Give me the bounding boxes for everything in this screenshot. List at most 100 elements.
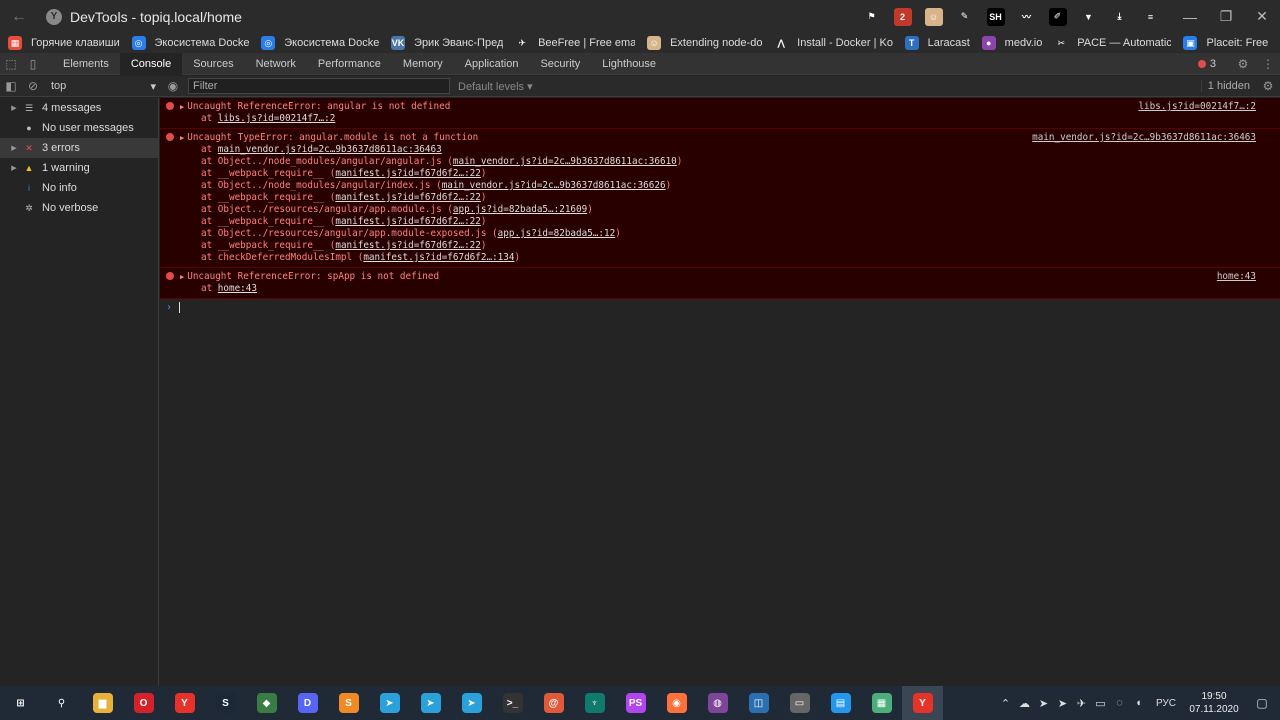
stack-frame-link[interactable]: home:43: [218, 283, 257, 294]
tray-icon[interactable]: ➤: [1053, 697, 1072, 710]
close-button[interactable]: ✕: [1244, 8, 1280, 25]
stack-frame-link[interactable]: main_vendor.js?id=2c…9b3637d8611ac:36610: [453, 156, 677, 167]
tray-icon[interactable]: ◖: [1129, 697, 1148, 710]
bookmark-item[interactable]: T Laracast: [904, 36, 970, 50]
clear-console-icon[interactable]: ⊘: [22, 79, 44, 93]
tab-console[interactable]: Console: [119, 52, 183, 75]
bookmark-item[interactable]: ◎ Экосистема Docke: [261, 36, 379, 50]
bookmark-item[interactable]: ⋀ Install - Docker | Ko: [774, 36, 892, 50]
vscode-button[interactable]: ◫: [738, 686, 779, 720]
stack-frame-link[interactable]: libs.js?id=00214f7…:2: [218, 113, 336, 124]
tray-icon[interactable]: ◌: [1110, 697, 1129, 710]
ext-feather-icon[interactable]: ✎: [951, 7, 978, 27]
tor-button[interactable]: ◍: [697, 686, 738, 720]
expand-arrow-icon[interactable]: ▶: [8, 164, 20, 172]
stack-frame-link[interactable]: main_vendor.js?id=2c…9b3637d8611ac:36463: [218, 144, 442, 155]
stack-frame-link[interactable]: manifest.js?id=f67d6f2…:22: [335, 216, 481, 227]
settings-gear-icon[interactable]: ⚙: [1230, 57, 1256, 71]
inspect-element-icon[interactable]: ⬚: [0, 57, 22, 71]
language-indicator[interactable]: РУС: [1156, 698, 1176, 709]
tray-icon[interactable]: ⌃: [996, 697, 1015, 710]
error-counter[interactable]: 3: [1197, 58, 1216, 70]
bookmark-item[interactable]: ✂ PACE — Automatic: [1054, 36, 1171, 50]
bookmark-item[interactable]: ▣ Placeit: Free: [1183, 36, 1268, 50]
bookmark-icon[interactable]: ⚑: [858, 7, 885, 27]
firefox-button[interactable]: ◉: [656, 686, 697, 720]
expand-arrow-icon[interactable]: ▶: [8, 104, 20, 112]
stack-frame-link[interactable]: app.js?id=82bada5…:12: [498, 228, 616, 239]
stack-frame-link[interactable]: manifest.js?id=f67d6f2…:134: [363, 252, 514, 263]
ext-pen-icon[interactable]: ✐: [1044, 7, 1071, 27]
more-options-icon[interactable]: ⋮: [1256, 57, 1280, 71]
network-app-button[interactable]: ◆: [246, 686, 287, 720]
stack-frame-link[interactable]: manifest.js?id=f67d6f2…:22: [335, 240, 481, 251]
stack-frame-link[interactable]: manifest.js?id=f67d6f2…:22: [335, 168, 481, 179]
telegram-3-button[interactable]: ➤: [451, 686, 492, 720]
tab-network[interactable]: Network: [245, 53, 307, 75]
error-source-link[interactable]: libs.js?id=00214f7…:2: [1138, 101, 1256, 112]
error-source-link[interactable]: main_vendor.js?id=2c…9b3637d8611ac:36463: [1032, 132, 1256, 143]
notifications-icon[interactable]: ▢: [1244, 696, 1280, 710]
yandex-browser-button[interactable]: Y: [164, 686, 205, 720]
log-levels-dropdown[interactable]: Default levels ▾: [458, 80, 533, 93]
steam-button[interactable]: S: [205, 686, 246, 720]
tab-memory[interactable]: Memory: [392, 53, 454, 75]
sidebar-item[interactable]: ✲ No verbose: [0, 198, 158, 218]
bookmark-item[interactable]: ● medv.io: [981, 36, 1042, 50]
tab-performance[interactable]: Performance: [307, 53, 392, 75]
bookmark-item[interactable]: ◎ Экосистема Docke: [131, 36, 249, 50]
sidebar-item[interactable]: ▶ ▲ 1 warning: [0, 158, 158, 178]
search-button[interactable]: ⚲: [41, 686, 82, 720]
live-expression-eye-icon[interactable]: ◉: [162, 79, 184, 93]
yandex-browser-active-button[interactable]: Y: [902, 686, 943, 720]
terminal-button[interactable]: >_: [492, 686, 533, 720]
toggle-sidebar-icon[interactable]: ◧: [0, 79, 22, 93]
discord-button[interactable]: D: [287, 686, 328, 720]
tab-application[interactable]: Application: [454, 53, 530, 75]
restore-button[interactable]: ❐: [1208, 8, 1244, 25]
console-settings-gear-icon[interactable]: ⚙: [1256, 79, 1280, 93]
phpstorm-button[interactable]: PS: [615, 686, 656, 720]
minimize-button[interactable]: —: [1172, 9, 1208, 25]
windows-start-button[interactable]: ⊞: [0, 686, 41, 720]
stack-frame-link[interactable]: main_vendor.js?id=2c…9b3637d8611ac:36626: [442, 180, 666, 191]
expand-triangle-icon[interactable]: ▶: [180, 134, 184, 142]
sublime-button[interactable]: S: [328, 686, 369, 720]
ext-wave-icon[interactable]: 〰: [1013, 7, 1040, 27]
tab-sources[interactable]: Sources: [182, 53, 244, 75]
file-explorer-button[interactable]: ▆: [82, 686, 123, 720]
tray-icon[interactable]: ✈: [1072, 697, 1091, 710]
download-icon[interactable]: ⤓: [1106, 7, 1133, 27]
notepad-button[interactable]: ▦: [861, 686, 902, 720]
sidebar-item[interactable]: ▶ ☰ 4 messages: [0, 98, 158, 118]
stack-frame-link[interactable]: manifest.js?id=f67d6f2…:22: [335, 192, 481, 203]
menu-icon[interactable]: ≡: [1137, 7, 1164, 27]
tab-security[interactable]: Security: [529, 53, 591, 75]
expand-triangle-icon[interactable]: ▶: [180, 273, 184, 281]
tab-elements[interactable]: Elements: [52, 53, 120, 75]
device-toolbar-icon[interactable]: ▯: [22, 57, 44, 71]
tray-icon[interactable]: ☁: [1015, 697, 1034, 710]
error-message-header[interactable]: ▶ Uncaught ReferenceError: spApp is not d…: [160, 271, 1280, 283]
tray-icon[interactable]: ➤: [1034, 697, 1053, 710]
snail-button[interactable]: @: [533, 686, 574, 720]
context-select[interactable]: top ▾: [44, 80, 162, 93]
filter-input[interactable]: Filter: [188, 78, 450, 94]
gitkraken-button[interactable]: ♆: [574, 686, 615, 720]
back-arrow-icon[interactable]: ←: [0, 8, 38, 26]
bookmark-item[interactable]: ▦ Горячие клавиши: [8, 36, 120, 50]
clock[interactable]: 19:50 07.11.2020: [1184, 690, 1244, 716]
docker-button[interactable]: ▤: [820, 686, 861, 720]
tray-icon[interactable]: ▭: [1091, 697, 1110, 710]
error-source-link[interactable]: home:43: [1217, 271, 1256, 282]
sidebar-item[interactable]: ▶ ✕ 3 errors: [0, 138, 158, 158]
console-prompt[interactable]: ›: [160, 299, 1280, 315]
bookmark-item[interactable]: VK Эрик Эванс-Пред: [391, 36, 503, 50]
expand-arrow-icon[interactable]: ▶: [8, 144, 20, 152]
ext-vue-icon[interactable]: ▼: [1075, 7, 1102, 27]
ext-sh-icon[interactable]: SH: [982, 7, 1009, 27]
telegram-2-button[interactable]: ➤: [410, 686, 451, 720]
ext-face-icon[interactable]: ☺: [920, 7, 947, 27]
bookmark-item[interactable]: ✈ BeeFree | Free ema: [515, 36, 635, 50]
remote-desktop-button[interactable]: ▭: [779, 686, 820, 720]
